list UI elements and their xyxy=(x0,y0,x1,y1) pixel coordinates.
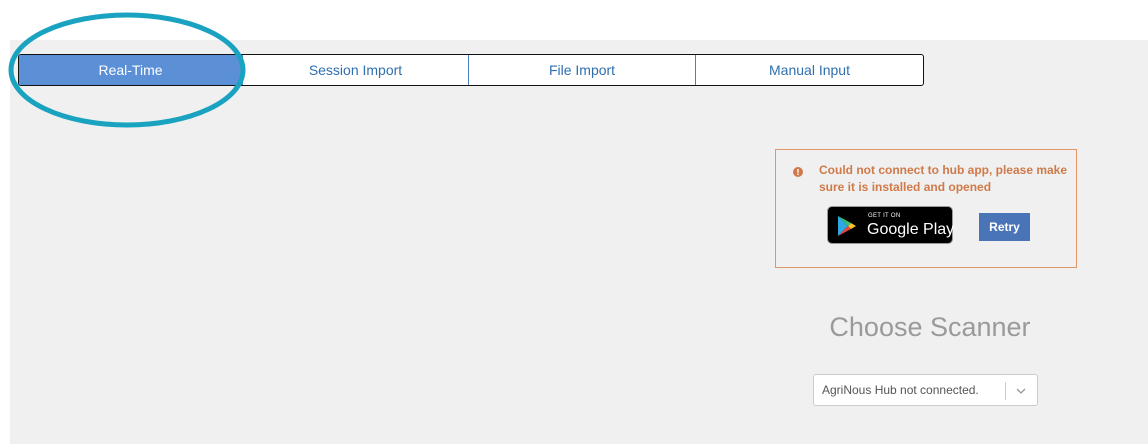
store-badge-caption: GET IT ON xyxy=(868,213,901,219)
tab-real-time[interactable]: Real-Time xyxy=(19,55,243,85)
tab-manual-input[interactable]: Manual Input xyxy=(696,55,923,85)
scanner-select[interactable]: AgriNous Hub not connected. xyxy=(813,374,1038,406)
google-play-badge[interactable]: GET IT ON Google Play xyxy=(827,206,955,244)
google-play-icon xyxy=(838,216,856,236)
store-badge-name: Google Play xyxy=(867,221,955,238)
retry-button[interactable]: Retry xyxy=(979,213,1030,241)
tab-file-import[interactable]: File Import xyxy=(469,55,696,85)
tab-session-import[interactable]: Session Import xyxy=(243,55,469,85)
chevron-down-icon xyxy=(1016,388,1026,394)
scanner-select-value: AgriNous Hub not connected. xyxy=(822,383,979,397)
hub-connection-error-panel: Could not connect to hub app, please mak… xyxy=(775,149,1077,268)
error-message: Could not connect to hub app, please mak… xyxy=(819,163,1068,194)
exclamation-circle-icon xyxy=(793,167,803,177)
import-mode-tabs: Real-Time Session Import File Import Man… xyxy=(18,54,924,86)
select-divider xyxy=(1005,382,1006,400)
choose-scanner-heading: Choose Scanner xyxy=(829,312,1031,342)
